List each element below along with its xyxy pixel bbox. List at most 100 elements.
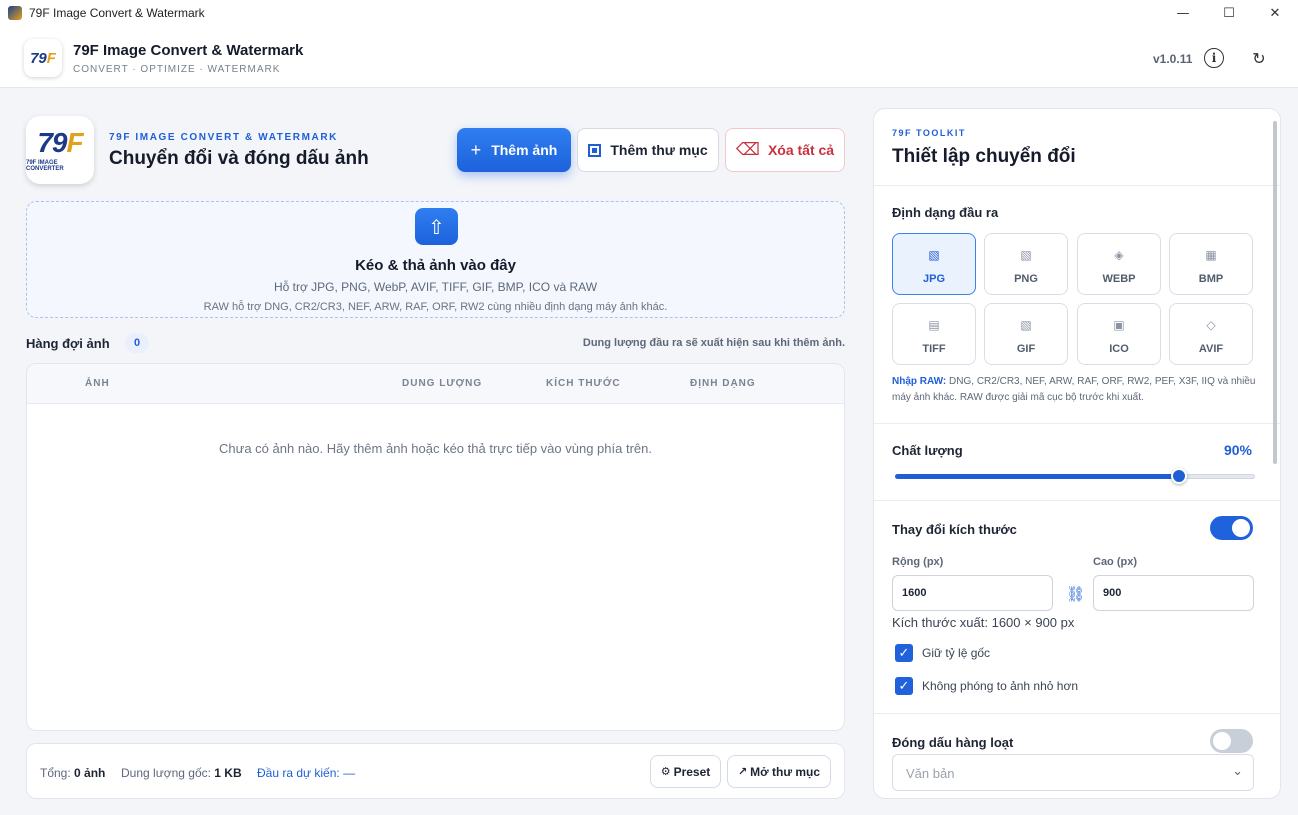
image-queue-table: ẢNH DUNG LƯỢNG KÍCH THƯỚC ĐỊNH DẠNG Chưa… [26,363,845,731]
width-label: Rộng (px) [892,556,944,568]
window-title: 79F Image Convert & Watermark [29,6,205,20]
resize-toggle[interactable] [1210,516,1253,540]
external-link-icon: ↗ [737,765,748,778]
format-option-avif[interactable]: ◇ AVIF [1169,303,1253,365]
toggle-knob [1213,732,1231,750]
gear-icon: ⚙ [660,765,671,778]
panel-eyebrow: 79F TOOLKIT [892,128,966,138]
column-header-dimensions[interactable]: KÍCH THƯỚC [546,378,621,389]
divider [874,185,1280,186]
total-summary: Tổng: 0 ảnh [40,766,106,780]
no-upscale-checkbox[interactable]: ✓ [895,677,913,695]
queue-label: Hàng đợi ảnh [26,336,110,351]
app-logo: 79F [24,39,62,77]
format-option-webp[interactable]: ◈ WEBP [1077,233,1161,295]
divider [874,500,1280,501]
app-subtitle: CONVERT · OPTIMIZE · WATERMARK [73,64,281,75]
drop-zone-raw-note: RAW hỗ trợ DNG, CR2/CR3, NEF, ARW, RAF, … [203,301,668,313]
height-input[interactable]: 900 [1093,575,1254,611]
drop-zone-title: Kéo & thả ảnh vào đây [355,257,516,274]
watermark-label: Đóng dấu hàng loạt [892,735,1014,750]
drop-zone[interactable]: ⇧ Kéo & thả ảnh vào đây Hỗ trợ JPG, PNG,… [26,201,845,318]
clear-all-button[interactable]: ⌫ Xóa tất cả [725,128,845,172]
app-name: 79F Image Convert & Watermark [73,42,304,59]
format-option-tiff[interactable]: ▤ TIFF [892,303,976,365]
format-option-bmp[interactable]: ▦ BMP [1169,233,1253,295]
keep-ratio-label: Giữ tỷ lệ gốc [922,646,991,660]
open-folder-button[interactable]: ↗ Mở thư mục [727,755,831,788]
format-option-jpg[interactable]: ▧ JPG [892,233,976,295]
format-option-label: WEBP [1102,273,1136,285]
format-bmp-icon: ▦ [1205,248,1217,262]
footer-bar: Tổng: 0 ảnh Dung lượng gốc: 1 KB Đầu ra … [26,743,845,799]
close-icon[interactable]: ✕ [1252,0,1298,26]
toggle-knob [1232,519,1250,537]
format-png-icon: ▧ [1020,248,1032,262]
divider [874,423,1280,424]
output-format-label: Định dạng đầu ra [892,205,999,220]
table-header: ẢNH DUNG LƯỢNG KÍCH THƯỚC ĐỊNH DẠNG [27,364,844,404]
original-size-summary: Dung lượng gốc: 1 KB [121,766,242,780]
folder-icon [588,143,602,157]
format-jpg-icon: ▧ [928,248,940,262]
version-label: v1.0.11 [1153,52,1193,66]
app-icon [8,6,22,20]
format-option-label: TIFF [922,343,946,355]
page-title: Chuyển đổi và đóng dấu ảnh [109,148,369,169]
format-option-label: BMP [1198,273,1224,285]
format-avif-icon: ◇ [1206,318,1216,332]
watermark-type-value: Văn bản [906,766,955,781]
queue-note: Dung lượng đầu ra sẽ xuất hiện sau khi t… [582,337,845,349]
minimize-icon[interactable]: — [1160,0,1206,26]
format-option-label: GIF [1016,343,1036,355]
window-controls: — ☐ ✕ [1160,0,1298,26]
panel-title: Thiết lập chuyển đổi [892,146,1076,167]
keep-ratio-checkbox[interactable]: ✓ [895,644,913,662]
quality-slider-fill [895,474,1179,479]
output-size-text: Kích thước xuất: 1600 × 900 px [892,615,1075,630]
empty-state-text: Chưa có ảnh nào. Hãy thêm ảnh hoặc kéo t… [219,441,652,456]
settings-panel: 79F TOOLKIT Thiết lập chuyển đổi Định dạ… [873,108,1281,799]
chevron-down-icon: ⌄ [1232,764,1243,779]
column-header-size[interactable]: DUNG LƯỢNG [402,378,482,389]
format-option-gif[interactable]: ▧ GIF [984,303,1068,365]
height-label: Cao (px) [1093,556,1137,568]
info-icon[interactable]: i [1204,48,1224,68]
format-option-png[interactable]: ▧ PNG [984,233,1068,295]
estimated-output-summary: Đầu ra dự kiến: — [257,766,356,780]
refresh-icon[interactable]: ↻ [1249,48,1269,68]
panel-scrollbar[interactable] [1273,121,1277,464]
add-image-button[interactable]: + Thêm ảnh [457,128,571,172]
column-header-image[interactable]: ẢNH [85,378,110,389]
quality-slider-handle[interactable] [1171,468,1187,484]
format-option-ico[interactable]: ▣ ICO [1077,303,1161,365]
drop-zone-formats: Hỗ trợ JPG, PNG, WebP, AVIF, TIFF, GIF, … [273,280,598,294]
column-header-format[interactable]: ĐỊNH DẠNG [690,378,756,389]
watermark-toggle[interactable] [1210,729,1253,753]
resize-label: Thay đổi kích thước [892,522,1017,537]
format-webp-icon: ◈ [1114,248,1124,262]
divider [874,713,1280,714]
quality-label: Chất lượng [892,443,963,458]
format-option-label: AVIF [1198,343,1224,355]
maximize-icon[interactable]: ☐ [1206,0,1252,26]
upload-icon: ⇧ [415,208,458,245]
watermark-type-select[interactable]: Văn bản ⌄ [892,754,1254,791]
format-ico-icon: ▣ [1113,318,1125,332]
app-header: 79F 79F Image Convert & Watermark CONVER… [0,26,1298,88]
hero-logo: 79F 79F IMAGE CONVERTER [26,116,94,184]
plus-icon: + [470,139,482,160]
quality-value: 90% [1223,442,1252,458]
hero-eyebrow: 79F IMAGE CONVERT & WATERMARK [109,132,338,143]
format-option-label: PNG [1014,273,1038,285]
queue-count-badge: 0 [125,333,149,353]
preset-button[interactable]: ⚙ Preset [650,755,721,788]
format-gif-icon: ▧ [1020,318,1032,332]
width-input[interactable]: 1600 [892,575,1053,611]
erase-icon: ⌫ [735,140,760,160]
add-folder-button[interactable]: Thêm thư mục [577,128,719,172]
raw-import-note: Nhập RAW: DNG, CR2/CR3, NEF, ARW, RAF, O… [892,376,1256,403]
link-icon[interactable]: ⛓ [1066,585,1085,603]
window-titlebar: 79F Image Convert & Watermark — ☐ ✕ [0,0,1298,26]
no-upscale-label: Không phóng to ảnh nhỏ hơn [922,679,1079,693]
